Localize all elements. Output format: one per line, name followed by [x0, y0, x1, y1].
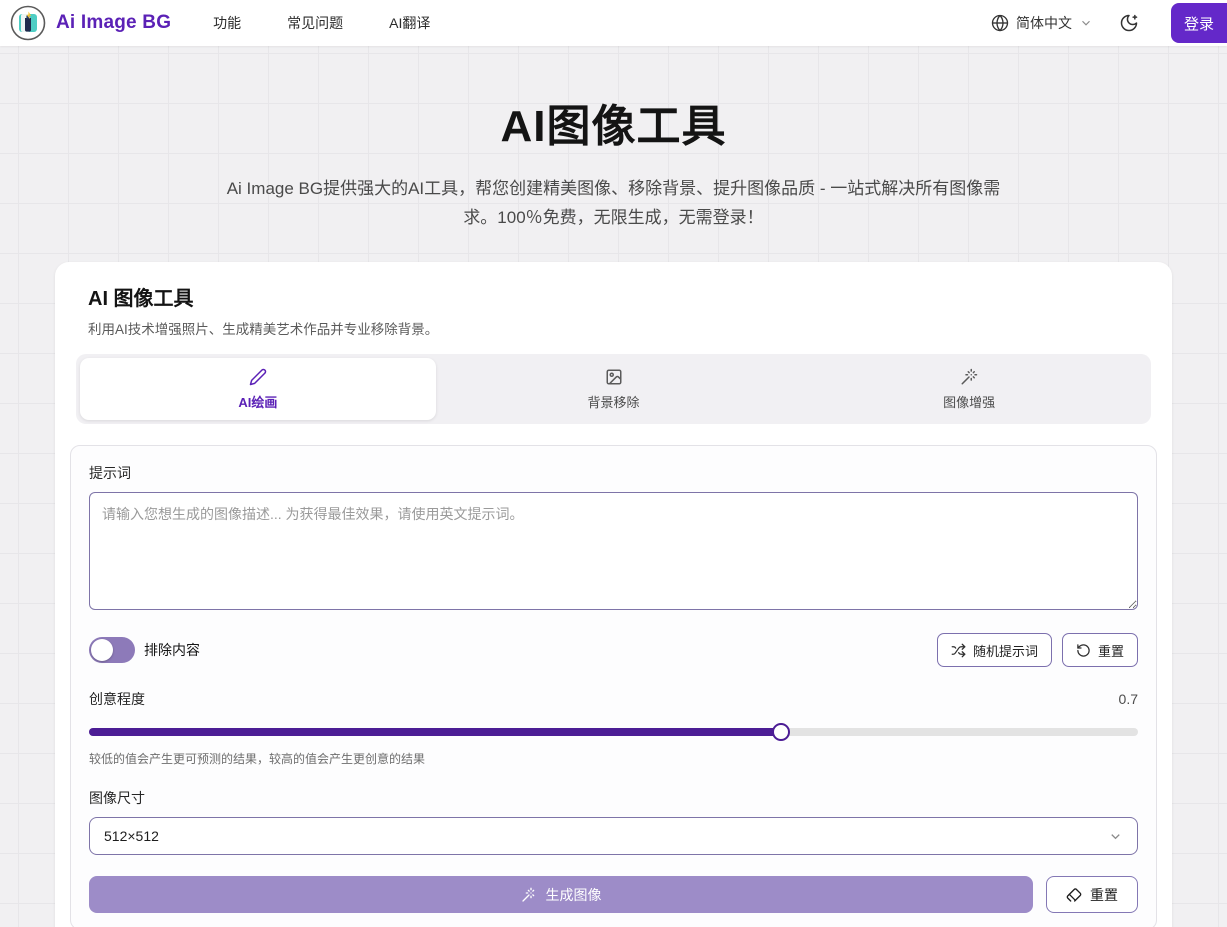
- brand-name: Ai Image BG: [56, 12, 171, 34]
- rotate-ccw-icon: [1076, 643, 1091, 658]
- nav-link-faq[interactable]: 常见问题: [287, 13, 343, 33]
- login-button[interactable]: 登录: [1171, 3, 1227, 43]
- nav-link-features[interactable]: 功能: [213, 13, 241, 33]
- card-subtitle: 利用AI技术增强照片、生成精美艺术作品并专业移除背景。: [88, 318, 1139, 338]
- nav-links: 功能 常见问题 AI翻译: [213, 13, 430, 33]
- language-label: 简体中文: [1016, 13, 1072, 33]
- tab-image-enhance[interactable]: 图像增强: [791, 358, 1147, 420]
- prompt-input[interactable]: [89, 492, 1138, 610]
- action-row: 生成图像 重置: [89, 876, 1138, 913]
- navbar: Ai Image BG 功能 常见问题 AI翻译 简体中文 登录: [0, 0, 1227, 46]
- card-header: AI 图像工具 利用AI技术增强照片、生成精美艺术作品并专业移除背景。: [55, 262, 1172, 338]
- generate-image-button[interactable]: 生成图像: [89, 876, 1033, 913]
- image-size-label: 图像尺寸: [89, 788, 1138, 808]
- reset-form-button[interactable]: 重置: [1046, 876, 1138, 913]
- exclude-row: 排除内容 随机提示词 重置: [89, 633, 1138, 667]
- creativity-value: 0.7: [1119, 691, 1138, 707]
- creativity-label: 创意程度: [89, 689, 145, 709]
- image-size-section: 图像尺寸 512×512: [89, 788, 1138, 855]
- language-selector[interactable]: 简体中文: [991, 13, 1093, 33]
- ai-draw-panel: 提示词 排除内容 随机提示词: [70, 445, 1157, 927]
- exclude-toggle[interactable]: [89, 637, 135, 663]
- chevron-down-icon: [1108, 829, 1123, 844]
- creativity-slider[interactable]: [89, 723, 1138, 741]
- moon-star-icon: [1119, 13, 1139, 33]
- prompt-label: 提示词: [89, 463, 1138, 483]
- slider-fill: [89, 728, 781, 736]
- reset-prompt-label: 重置: [1098, 641, 1124, 660]
- creativity-section: 创意程度 0.7 较低的值会产生更可预测的结果，较高的值会产生更创意的结果: [89, 689, 1138, 767]
- hero: AI图像工具 Ai Image BG提供强大的AI工具，帮您创建精美图像、移除背…: [0, 46, 1227, 232]
- image-icon: [605, 368, 623, 386]
- random-prompt-button[interactable]: 随机提示词: [937, 633, 1052, 667]
- nav-link-translate[interactable]: AI翻译: [389, 13, 430, 33]
- toggle-knob: [91, 639, 113, 661]
- pencil-icon: [249, 368, 267, 386]
- tab-background-removal[interactable]: 背景移除: [436, 358, 792, 420]
- globe-icon: [991, 14, 1009, 32]
- reset-form-label: 重置: [1090, 885, 1118, 905]
- reset-prompt-button[interactable]: 重置: [1062, 633, 1138, 667]
- page-title: AI图像工具: [0, 90, 1227, 154]
- dark-mode-toggle[interactable]: [1119, 13, 1139, 33]
- random-prompt-label: 随机提示词: [973, 641, 1038, 660]
- creativity-help: 较低的值会产生更可预测的结果，较高的值会产生更创意的结果: [89, 750, 1138, 767]
- shuffle-icon: [951, 643, 966, 658]
- exclude-toggle-label: 排除内容: [144, 640, 200, 660]
- tab-label: 背景移除: [588, 392, 640, 411]
- nav-right: 简体中文 登录: [991, 3, 1227, 43]
- brand-logo-icon: [10, 5, 46, 41]
- tab-label: 图像增强: [943, 392, 995, 411]
- tab-ai-draw[interactable]: AI绘画: [80, 358, 436, 420]
- slider-thumb[interactable]: [772, 723, 790, 741]
- chevron-down-icon: [1079, 16, 1093, 30]
- image-size-value: 512×512: [104, 828, 159, 844]
- eraser-icon: [1066, 887, 1082, 903]
- generate-image-label: 生成图像: [546, 885, 602, 905]
- brand[interactable]: Ai Image BG: [10, 5, 171, 41]
- tab-label: AI绘画: [238, 392, 277, 411]
- page-subtitle: Ai Image BG提供强大的AI工具，帮您创建精美图像、移除背景、提升图像品…: [224, 174, 1004, 232]
- wand-sparkles-icon: [521, 887, 537, 903]
- tools-card: AI 图像工具 利用AI技术增强照片、生成精美艺术作品并专业移除背景。 AI绘画…: [55, 262, 1172, 927]
- wand-icon: [960, 368, 978, 386]
- tool-tabs: AI绘画 背景移除 图像增强: [76, 354, 1151, 424]
- card-title: AI 图像工具: [88, 282, 1139, 311]
- image-size-select[interactable]: 512×512: [89, 817, 1138, 855]
